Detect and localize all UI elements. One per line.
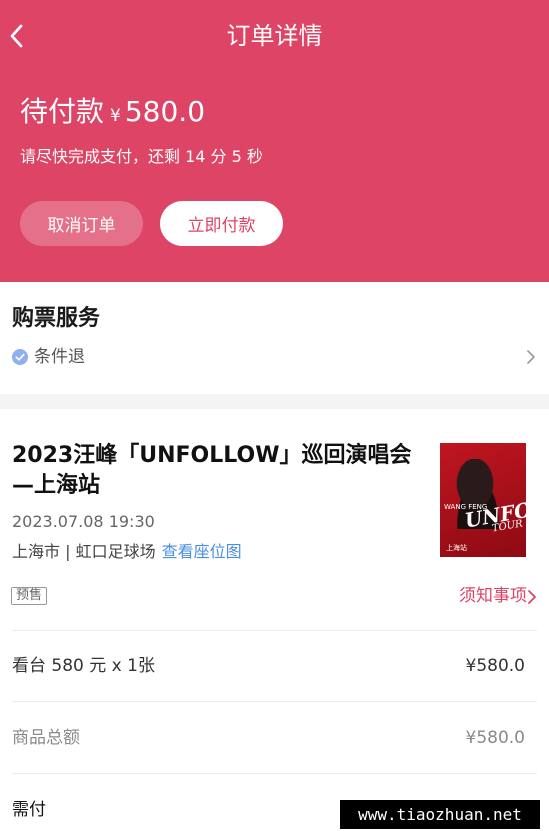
divider	[12, 701, 537, 702]
poster-city: 上海站	[446, 544, 467, 552]
refund-policy-row[interactable]: 条件退	[12, 342, 537, 372]
watermark: www.tiaozhuan.net	[340, 800, 540, 829]
ticket-line-price: ¥580.0	[465, 656, 525, 676]
subtotal-price: ¥580.0	[465, 728, 525, 748]
event-title: 2023汪峰「UNFOLLOW」巡回演唱会—上海站	[12, 443, 412, 498]
page-title: 订单详情	[226, 22, 323, 50]
order-status-line: 待付款 ¥580.0	[20, 92, 205, 132]
order-status-text: 待付款	[20, 95, 105, 128]
divider	[12, 773, 537, 774]
ticket-service-title: 购票服务	[12, 306, 101, 331]
payment-countdown: 请尽快完成支付，还剩 14 分 5 秒	[20, 147, 263, 166]
event-venue-line: 上海市 | 虹口足球场 查看座位图	[12, 540, 242, 564]
subtotal-label: 商品总额	[12, 728, 80, 748]
ticket-service-card: 购票服务 条件退	[0, 282, 549, 394]
presale-badge: 预售	[11, 587, 48, 605]
chevron-right-icon[interactable]	[527, 589, 537, 605]
check-circle-icon	[12, 349, 28, 365]
order-amount: 580.0	[124, 95, 206, 128]
payable-label: 需付	[12, 800, 46, 820]
currency-symbol: ¥	[110, 106, 121, 126]
ticket-line-label: 看台 580 元 x 1张	[12, 656, 155, 676]
divider	[12, 630, 537, 631]
chevron-right-icon	[527, 350, 535, 364]
event-datetime: 2023.07.08 19:30	[12, 512, 155, 531]
cancel-order-button[interactable]: 取消订单	[20, 201, 143, 246]
notes-link[interactable]: 须知事项	[459, 583, 527, 609]
seat-map-link[interactable]: 查看座位图	[162, 542, 242, 561]
order-status-header: 订单详情 待付款 ¥580.0 请尽快完成支付，还剩 14 分 5 秒 取消订单 …	[0, 0, 549, 282]
pay-now-button[interactable]: 立即付款	[160, 201, 283, 246]
event-venue: 上海市 | 虹口足球场	[12, 542, 156, 561]
refund-policy-label: 条件退	[34, 347, 85, 367]
event-poster[interactable]: WANG FENG UNFOLLOW TOUR 上海站	[440, 443, 526, 557]
event-order-card: 2023汪峰「UNFOLLOW」巡回演唱会—上海站 WANG FENG UNFO…	[0, 409, 549, 831]
